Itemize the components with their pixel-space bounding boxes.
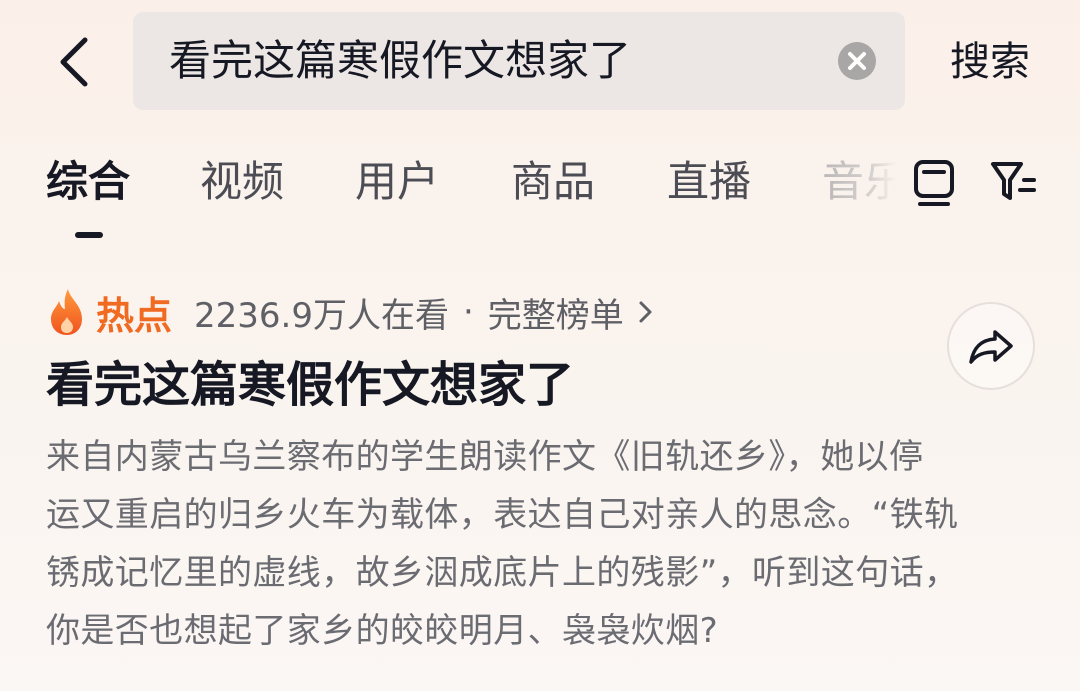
hot-topic-title[interactable]: 看完这篇寒假作文想家了 <box>46 350 574 420</box>
search-button[interactable]: 搜索 <box>950 22 1030 102</box>
tab-live[interactable]: 直播 <box>667 152 751 212</box>
tab-users[interactable]: 用户 <box>355 152 439 212</box>
tab-video[interactable]: 视频 <box>200 152 284 212</box>
hot-topic-description: 来自内蒙古乌兰察布的学生朗读作文《旧轨还乡》，她以停 运又重启的归乡火车为载体，… <box>46 428 1036 660</box>
close-circle-icon[interactable] <box>837 41 877 81</box>
description-line: 你是否也想起了家乡的皎皎明月、袅袅炊烟? <box>46 611 719 651</box>
chevron-left-icon <box>60 37 88 87</box>
description-line: 运又重启的归乡火车为载体，表达自己对亲人的思念。“铁轨 <box>46 495 959 535</box>
chevron-right-icon <box>639 301 652 323</box>
share-button[interactable] <box>947 302 1035 390</box>
description-line: 来自内蒙古乌兰察布的学生朗读作文《旧轨还乡》，她以停 <box>46 437 924 477</box>
tab-general[interactable]: 综合 <box>46 152 130 212</box>
search-box[interactable]: 看完这篇寒假作文想家了 <box>133 12 905 110</box>
back-button[interactable] <box>40 22 110 102</box>
filter-icon[interactable] <box>990 160 1038 204</box>
active-tab-indicator <box>75 232 103 238</box>
layout-icon[interactable] <box>912 158 956 208</box>
tab-music[interactable]: 音乐 <box>822 152 896 212</box>
hot-label: 热点 <box>96 293 173 338</box>
share-icon <box>969 330 1013 364</box>
full-board-link[interactable]: 完整榜单 <box>488 288 624 337</box>
viewer-count: 2236.9万人在看 <box>194 295 449 336</box>
hot-topic-row[interactable]: 热点 2236.9万人在看 · 完整榜单 <box>46 282 658 342</box>
description-line: 锈成记忆里的虚线，故乡洇成底片上的残影”，听到这句话， <box>46 553 959 593</box>
separator-dot: · <box>462 292 474 332</box>
search-input[interactable]: 看完这篇寒假作文想家了 <box>169 12 819 110</box>
tab-products[interactable]: 商品 <box>511 152 595 212</box>
flame-icon <box>51 289 82 335</box>
